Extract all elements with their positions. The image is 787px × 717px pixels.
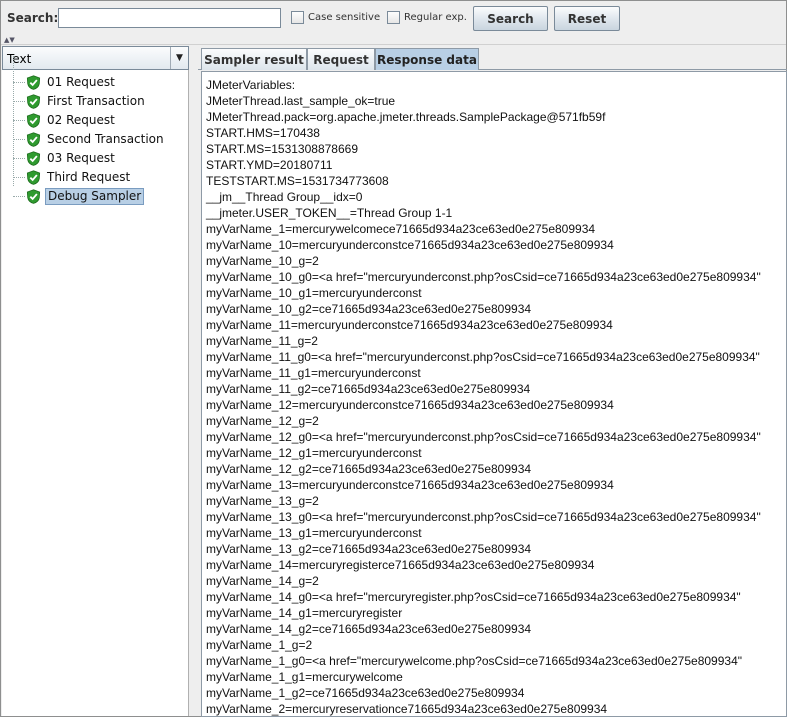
tree-connector xyxy=(13,101,25,102)
tree-item-03-request[interactable]: 03 Request xyxy=(2,149,189,168)
tree-item-02-request[interactable]: 02 Request xyxy=(2,111,189,130)
response-line: JMeterThread.last_sample_ok=true xyxy=(206,94,396,108)
response-line: myVarName_11_g1=mercuryunderconst xyxy=(206,366,421,380)
tree-connector xyxy=(13,196,25,197)
checkbox-box-icon[interactable] xyxy=(291,11,304,24)
response-line: myVarName_13_g=2 xyxy=(206,494,319,508)
response-line: myVarName_1_g2=ce71665d934a23ce63ed0e275… xyxy=(206,686,525,700)
reset-button[interactable]: Reset xyxy=(554,6,620,31)
response-line: START.YMD=20180711 xyxy=(206,158,333,172)
response-line: __jmeter.USER_TOKEN__=Thread Group 1-1 xyxy=(206,206,453,220)
view-results-tree-panel: Search: Case sensitive Regular exp. Sear… xyxy=(0,0,787,717)
tree-item-first-transaction[interactable]: First Transaction xyxy=(2,92,189,111)
response-line: myVarName_13_g0=<a href="mercuryundercon… xyxy=(206,510,761,524)
response-line: JMeterVariables: xyxy=(206,78,296,92)
tree-item-debug-sampler[interactable]: Debug Sampler xyxy=(2,187,189,206)
tree-item-label: Third Request xyxy=(47,170,131,184)
collapse-arrows-icon[interactable]: ▲▼ xyxy=(4,37,15,44)
response-line: myVarName_12=mercuryunderconstce71665d93… xyxy=(206,398,614,412)
response-line: myVarName_10_g0=<a href="mercuryundercon… xyxy=(206,270,761,284)
tab-sampler-result[interactable]: Sampler result xyxy=(201,48,307,70)
response-line: myVarName_13=mercuryunderconstce71665d93… xyxy=(206,478,614,492)
response-line: myVarName_13_g1=mercuryunderconst xyxy=(206,526,422,540)
response-line: myVarName_10_g2=ce71665d934a23ce63ed0e27… xyxy=(206,302,532,316)
search-label: Search: xyxy=(7,11,59,25)
green-shield-check-icon xyxy=(26,113,41,128)
response-line: myVarName_10_g1=mercuryunderconst xyxy=(206,286,422,300)
response-line: myVarName_12_g1=mercuryunderconst xyxy=(206,446,422,460)
green-shield-check-icon xyxy=(26,132,41,147)
response-line: myVarName_12_g=2 xyxy=(206,414,319,428)
response-line: myVarName_11=mercuryunderconstce71665d93… xyxy=(206,318,613,332)
tree-item-label: Second Transaction xyxy=(47,132,164,146)
tree-item-01-request[interactable]: 01 Request xyxy=(2,73,189,92)
response-line: myVarName_14_g=2 xyxy=(206,574,319,588)
regular-exp-checkbox[interactable]: Regular exp. xyxy=(387,11,467,24)
response-line: myVarName_1=mercurywelcomece71665d934a23… xyxy=(206,222,596,236)
response-line: __jm__Thread Group__idx=0 xyxy=(206,190,363,204)
response-line: START.HMS=170438 xyxy=(206,126,320,140)
green-shield-check-icon xyxy=(26,75,41,90)
results-tree-panel: Text ▼ 01 Request First Transaction 02 R… xyxy=(2,46,189,716)
response-line: myVarName_14_g2=ce71665d934a23ce63ed0e27… xyxy=(206,622,532,636)
tree-connector xyxy=(13,120,25,121)
tree-item-label: 02 Request xyxy=(47,113,115,127)
tree-item-second-transaction[interactable]: Second Transaction xyxy=(2,130,189,149)
response-line: myVarName_12_g0=<a href="mercuryundercon… xyxy=(206,430,761,444)
response-line: myVarName_13_g2=ce71665d934a23ce63ed0e27… xyxy=(206,542,532,556)
response-line: JMeterThread.pack=org.apache.jmeter.thre… xyxy=(206,110,606,124)
tree-connector xyxy=(13,158,25,159)
response-line: TESTSTART.MS=1531734773608 xyxy=(206,174,389,188)
case-sensitive-label: Case sensitive xyxy=(308,12,381,23)
result-tabs: Sampler result Request Response data xyxy=(198,48,787,70)
tree-item-label: First Transaction xyxy=(47,94,145,108)
renderer-select[interactable]: Text ▼ xyxy=(2,46,189,70)
search-button[interactable]: Search xyxy=(473,6,548,31)
tree-item-label: Debug Sampler xyxy=(45,188,145,205)
regular-exp-label: Regular exp. xyxy=(404,12,467,23)
chevron-down-icon[interactable]: ▼ xyxy=(170,47,188,69)
response-line: myVarName_14_g0=<a href="mercuryregister… xyxy=(206,590,741,604)
horizontal-splitter[interactable]: ▲▼ xyxy=(1,37,786,45)
tree-item-label: 03 Request xyxy=(47,151,115,165)
green-shield-check-icon xyxy=(26,151,41,166)
response-line: myVarName_11_g0=<a href="mercuryundercon… xyxy=(206,350,760,364)
checkbox-box-icon[interactable] xyxy=(387,11,400,24)
response-line: myVarName_1_g=2 xyxy=(206,638,313,652)
tree-connector xyxy=(13,82,25,83)
response-line: myVarName_11_g2=ce71665d934a23ce63ed0e27… xyxy=(206,382,531,396)
response-line: START.MS=1531308878669 xyxy=(206,142,358,156)
search-toolbar: Search: Case sensitive Regular exp. Sear… xyxy=(1,1,786,39)
response-line: myVarName_1_g1=mercurywelcome xyxy=(206,670,403,684)
response-data-text-area[interactable]: JMeterVariables: JMeterThread.last_sample… xyxy=(201,71,787,717)
tree-item-third-request[interactable]: Third Request xyxy=(2,168,189,187)
response-line: myVarName_10=mercuryunderconstce71665d93… xyxy=(206,238,614,252)
tree-connector xyxy=(13,177,25,178)
green-shield-check-icon xyxy=(26,189,41,204)
green-shield-check-icon xyxy=(26,170,41,185)
tab-response-data[interactable]: Response data xyxy=(375,48,479,70)
response-line: myVarName_10_g=2 xyxy=(206,254,319,268)
renderer-selected-value: Text xyxy=(7,52,32,66)
search-input[interactable] xyxy=(58,8,281,28)
response-line: myVarName_11_g=2 xyxy=(206,334,318,348)
response-line: myVarName_1_g0=<a href="mercurywelcome.p… xyxy=(206,654,743,668)
tree-connector xyxy=(13,139,25,140)
tab-request[interactable]: Request xyxy=(307,48,375,70)
response-line: myVarName_14_g1=mercuryregister xyxy=(206,606,403,620)
tree-item-label: 01 Request xyxy=(47,75,115,89)
green-shield-check-icon xyxy=(26,94,41,109)
response-line: myVarName_14=mercuryregisterce71665d934a… xyxy=(206,558,595,572)
vertical-splitter[interactable] xyxy=(190,46,198,716)
case-sensitive-checkbox[interactable]: Case sensitive xyxy=(291,11,380,24)
response-line: myVarName_2=mercuryreservationce71665d93… xyxy=(206,702,608,716)
response-line: myVarName_12_g2=ce71665d934a23ce63ed0e27… xyxy=(206,462,532,476)
response-lines: JMeterVariables: JMeterThread.last_sample… xyxy=(206,77,761,716)
